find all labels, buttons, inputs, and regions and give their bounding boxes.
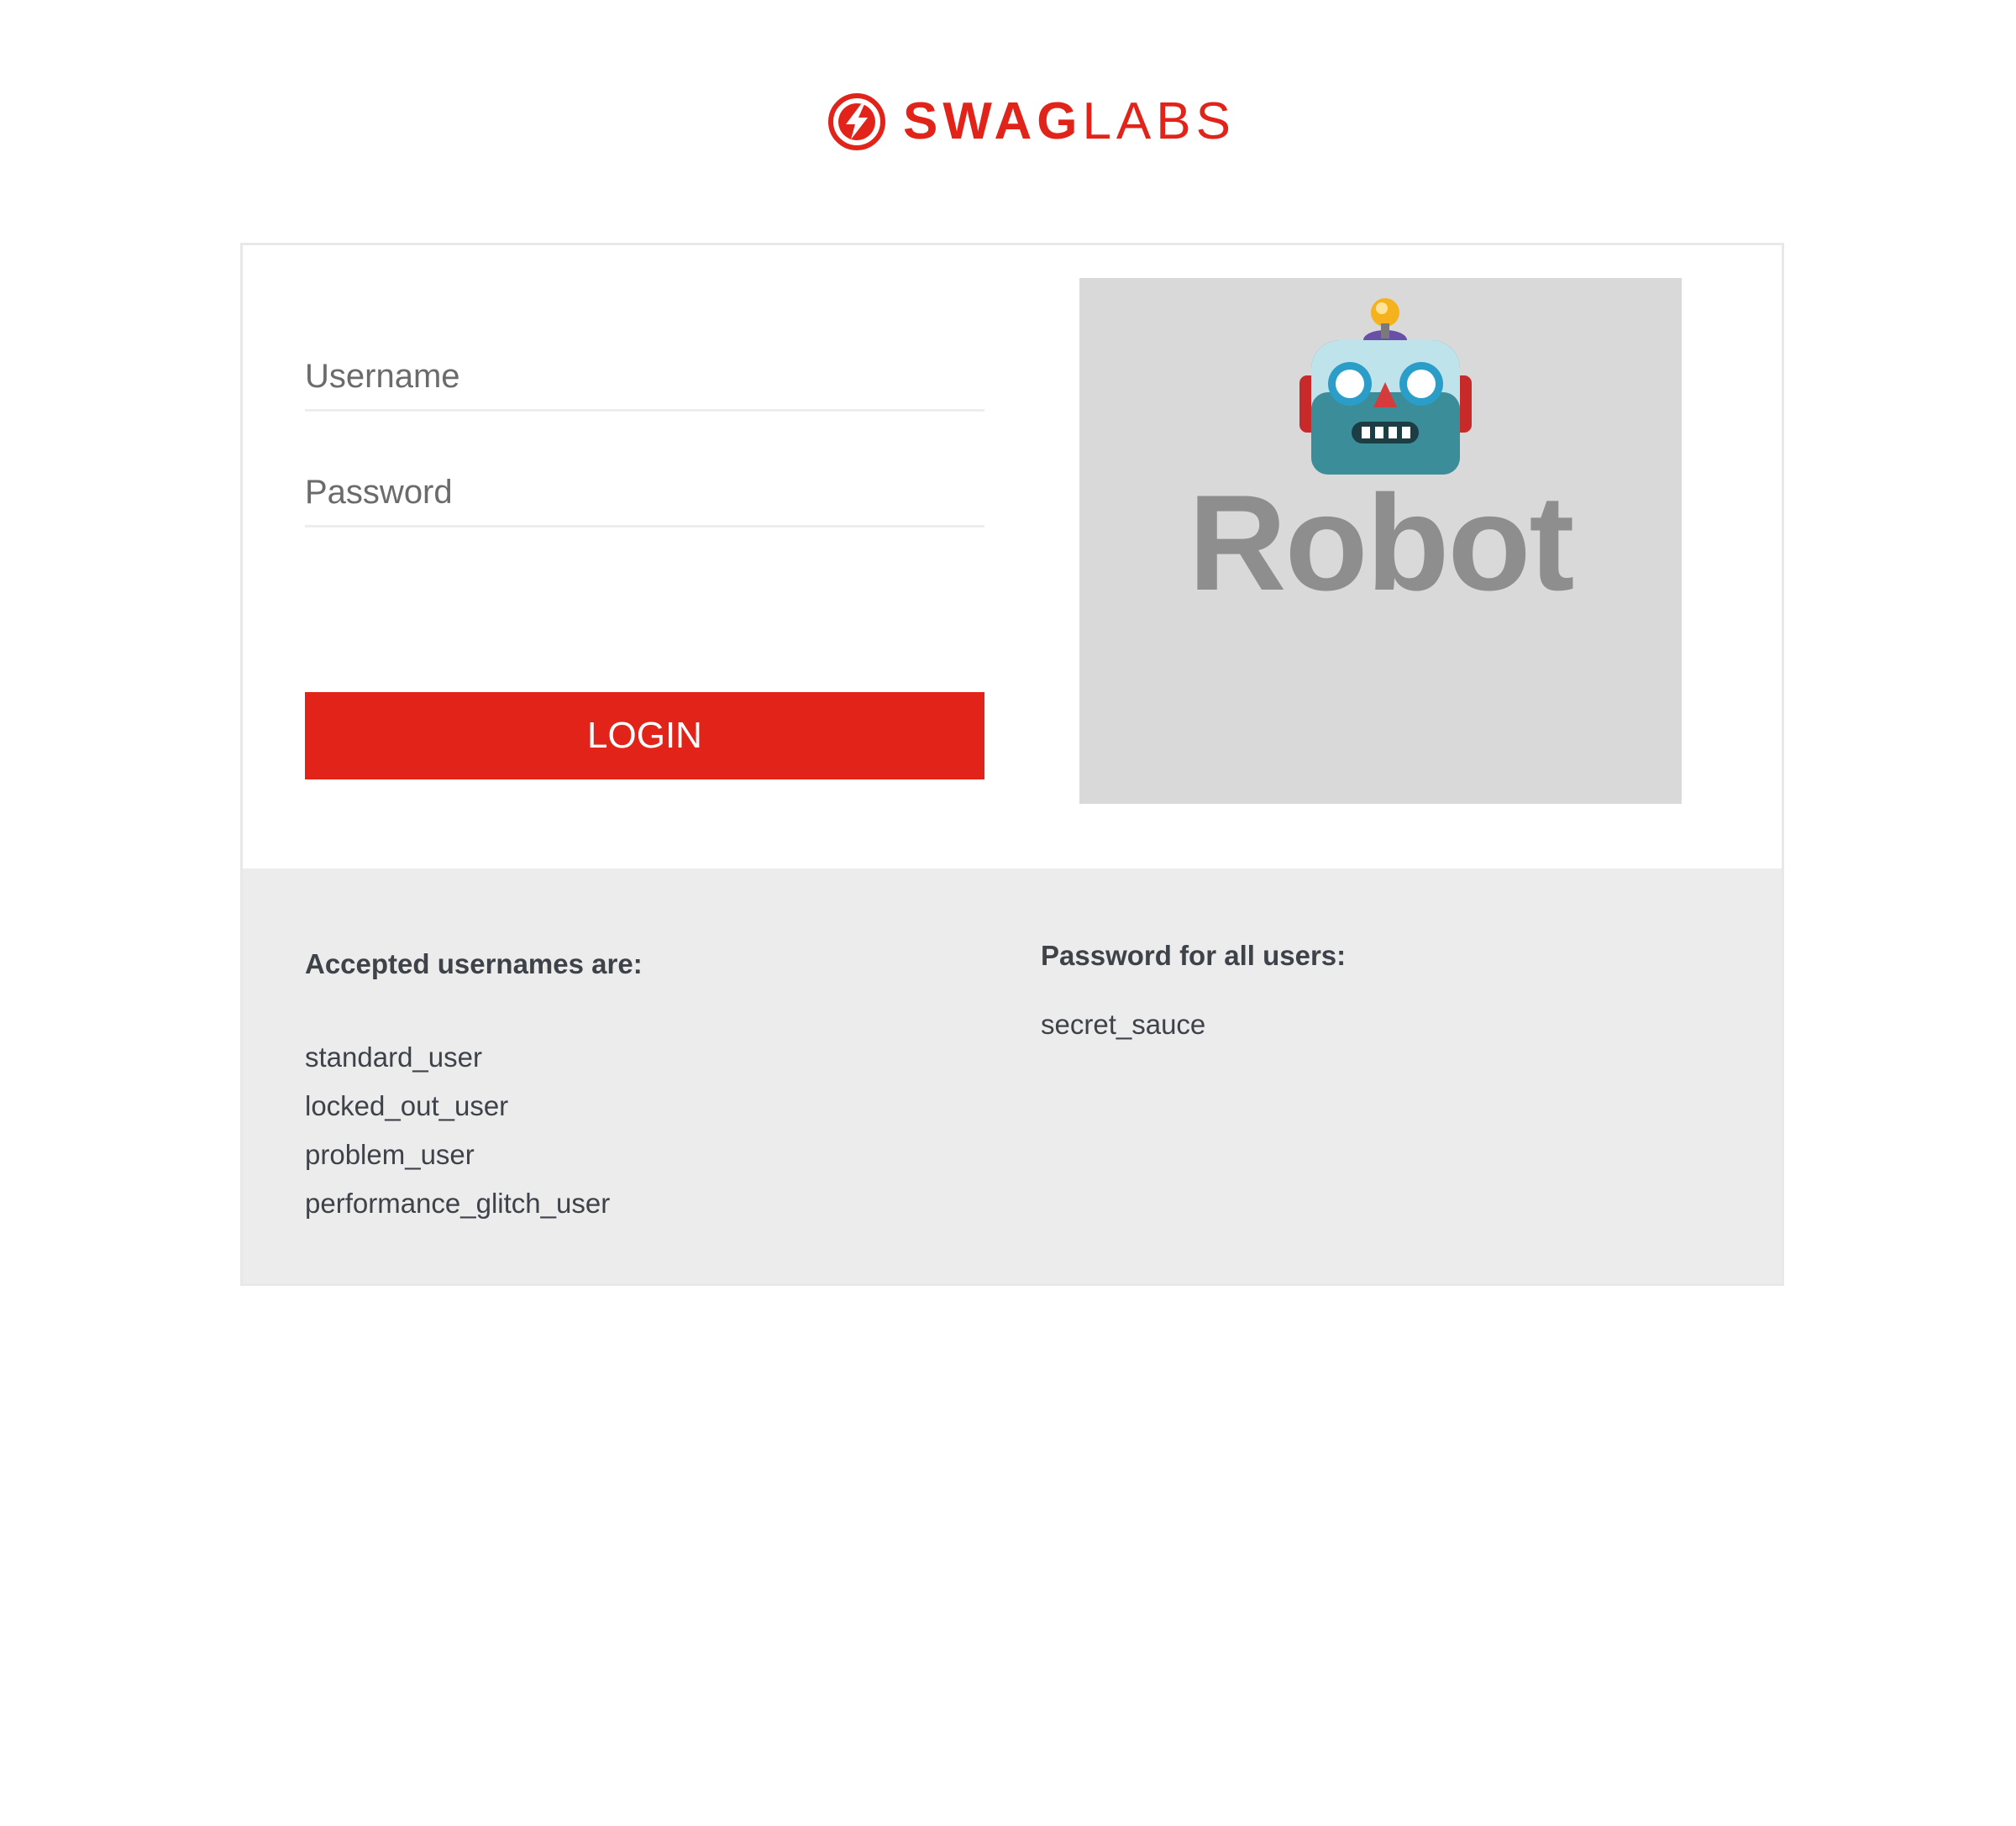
username-placeholder: Username [305, 358, 460, 395]
brand-name-light: LABS [1082, 92, 1236, 150]
brand-logo: SWAGLABS [827, 91, 1236, 153]
usernames-heading: Accepted usernames are: [305, 948, 643, 979]
robot-face-icon [1299, 298, 1472, 475]
list-item: performance_glitch_user [305, 1188, 611, 1219]
robot-caption: Robot [1188, 467, 1575, 619]
brand-name-bold: SWAG [903, 92, 1083, 150]
password-input[interactable]: Password [305, 460, 984, 527]
credentials-panel: Accepted usernames are: standard_user lo… [243, 868, 1782, 1283]
password-placeholder: Password [305, 474, 453, 511]
swag-labs-logo-icon [828, 93, 885, 150]
login-button[interactable]: LOGIN [305, 692, 984, 779]
password-heading: Password for all users: [1041, 940, 1347, 971]
password-value: secret_sauce [1041, 1009, 1206, 1040]
login-card: Username Password LOGIN Robot Accepted u… [240, 243, 1784, 1286]
usernames-list: standard_user locked_out_user problem_us… [305, 1033, 610, 1228]
login-page: SWAGLABS Username Password LOGIN Robot A… [0, 0, 2016, 1826]
list-item: problem_user [305, 1139, 475, 1170]
login-form-area: Username Password LOGIN Robot [243, 245, 1782, 871]
list-item: locked_out_user [305, 1090, 509, 1121]
username-input[interactable]: Username [305, 344, 984, 412]
brand-wordmark: SWAGLABS [903, 96, 1236, 148]
bot-image-panel: Robot [1079, 278, 1682, 804]
list-item: standard_user [305, 1042, 482, 1073]
